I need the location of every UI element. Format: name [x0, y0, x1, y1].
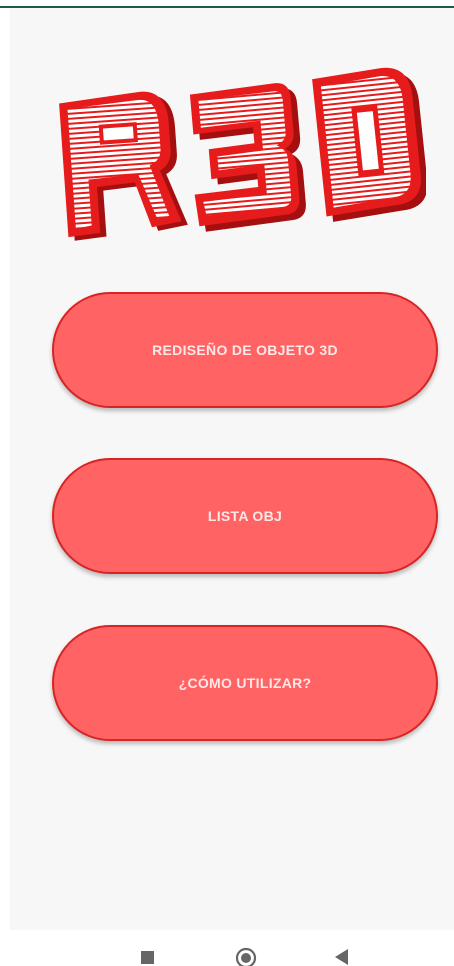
- back-icon[interactable]: [335, 949, 349, 965]
- recent-apps-icon[interactable]: [141, 951, 154, 964]
- how-to-use-button[interactable]: ¿CÓMO UTILIZAR?: [52, 625, 438, 741]
- obj-list-button[interactable]: LISTA OBJ: [52, 458, 438, 574]
- r3d-logo: [59, 67, 426, 241]
- logo-letter-r: [59, 91, 188, 241]
- redesign-3d-object-button[interactable]: REDISEÑO DE OBJETO 3D: [52, 292, 438, 408]
- logo-letter-3: [189, 83, 306, 232]
- logo-letter-d: [312, 67, 426, 222]
- home-icon[interactable]: [235, 947, 257, 966]
- system-navigation-bar: [0, 930, 454, 966]
- app-screen: REDISEÑO DE OBJETO 3D LISTA OBJ ¿CÓMO UT…: [0, 0, 454, 966]
